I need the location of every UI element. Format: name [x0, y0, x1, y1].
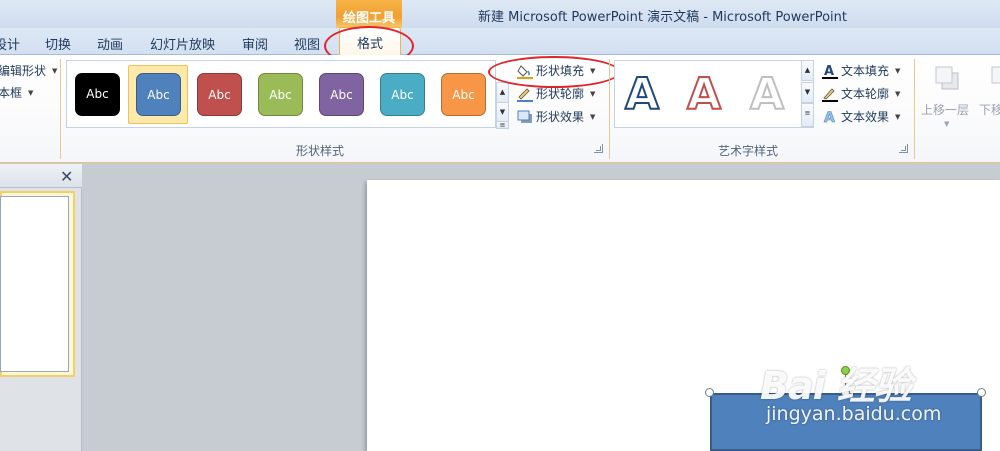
tab-slideshow[interactable]: 幻灯片放映	[150, 34, 215, 53]
swatch-label: Abc	[269, 88, 292, 102]
dropdown-arrow-icon: ▼	[895, 66, 901, 75]
wordart-styles-gallery: A A A	[614, 60, 814, 128]
dropdown-arrow-icon: ▼	[895, 112, 901, 121]
send-backward-button[interactable]: 下移	[979, 101, 1000, 118]
window-title: 新建 Microsoft PowerPoint 演示文稿 - Microsoft…	[478, 10, 847, 25]
text-box-button[interactable]: 文本框 ▼	[0, 84, 33, 101]
group-separator	[914, 59, 915, 159]
shape-style-swatch[interactable]: Abc	[380, 73, 425, 116]
swatch-label: Abc	[208, 88, 231, 102]
text-box-label: 文本框	[0, 86, 23, 100]
title-bar: 绘图工具 新建 Microsoft PowerPoint 演示文稿 - Micr…	[0, 0, 1000, 28]
watermark-url: jingyan.baidu.com	[766, 403, 942, 425]
tab-review[interactable]: 审阅	[242, 34, 268, 53]
context-tab-group-label: 绘图工具	[336, 0, 402, 28]
wordart-styles-group-label: 艺术字样式	[718, 144, 779, 158]
resize-handle[interactable]	[705, 388, 714, 397]
text-effects-label: 文本效果	[841, 110, 890, 124]
ribbon-tabs: 设计 切换 动画 幻灯片放映 审阅 视图	[0, 28, 1000, 55]
shape-effects-button[interactable]: 形状效果 ▼	[517, 108, 595, 125]
group-separator	[60, 59, 61, 159]
text-outline-label: 文本轮廓	[841, 87, 890, 101]
dropdown-arrow-icon: ▼	[590, 112, 596, 121]
group-separator	[609, 59, 610, 159]
wordart-style-item[interactable]: A	[749, 67, 785, 123]
svg-text:A: A	[824, 64, 834, 79]
ribbon: 编辑形状 ▼ 文本框 ▼ Abc Abc Abc Abc Abc Abc Abc ▲…	[0, 55, 1000, 163]
swatch-label: Abc	[86, 87, 109, 101]
wordart-scroll-up-button[interactable]: ▲	[801, 60, 814, 81]
close-icon[interactable]: ✕	[60, 167, 73, 186]
dialog-launcher-icon[interactable]	[899, 144, 908, 153]
bring-forward-icon	[934, 65, 960, 94]
shape-style-swatch[interactable]: Abc	[441, 73, 486, 116]
watermark-brand: Bai 经验	[760, 364, 912, 408]
text-fill-icon: A	[822, 63, 838, 79]
text-outline-button[interactable]: 文本轮廓 ▼	[822, 85, 900, 102]
text-effects-button[interactable]: A 文本效果 ▼	[822, 108, 901, 127]
dropdown-arrow-icon: ▼	[28, 88, 34, 97]
tab-design[interactable]: 设计	[0, 34, 20, 53]
tab-transitions[interactable]: 切换	[45, 34, 71, 53]
swatch-label: Abc	[452, 88, 475, 102]
wordart-style-item[interactable]: A	[686, 67, 722, 123]
tab-view[interactable]: 视图	[294, 34, 320, 53]
gallery-more-button[interactable]: ≡	[496, 121, 509, 129]
text-fill-button[interactable]: A 文本填充 ▼	[822, 62, 900, 79]
text-fill-label: 文本填充	[841, 64, 890, 78]
text-effects-icon: A	[822, 109, 837, 127]
dropdown-arrow-icon: ▼	[590, 89, 596, 98]
gallery-scroll-down-button[interactable]: ▼	[496, 102, 509, 122]
svg-text:A: A	[824, 110, 835, 125]
send-backward-icon	[990, 65, 1000, 94]
shape-style-swatch[interactable]: Abc	[319, 73, 364, 116]
swatch-label: Abc	[330, 88, 353, 102]
shape-style-swatch[interactable]: Abc	[197, 73, 242, 116]
edit-shape-button[interactable]: 编辑形状 ▼	[0, 62, 57, 79]
wordart-scroll-down-button[interactable]: ▼	[801, 82, 814, 103]
slide-thumbnail[interactable]	[0, 196, 69, 372]
pen-outline-icon	[517, 86, 533, 102]
text-outline-icon	[822, 86, 838, 102]
swatch-label: Abc	[391, 88, 414, 102]
edit-shape-label: 编辑形状	[0, 64, 47, 78]
shape-styles-group-label: 形状样式	[296, 144, 345, 158]
shape-style-swatch[interactable]: Abc	[136, 73, 181, 116]
gallery-scroll-up-button[interactable]: ▲	[496, 82, 509, 103]
bring-forward-button[interactable]: 上移一层	[921, 101, 969, 118]
dialog-launcher-icon[interactable]	[594, 144, 603, 153]
wordart-more-button[interactable]: ≡	[801, 103, 814, 127]
wordart-style-item[interactable]: A	[624, 67, 660, 123]
shape-style-swatch[interactable]: Abc	[75, 73, 120, 116]
dropdown-arrow-icon: ▼	[895, 89, 901, 98]
shape-styles-gallery: Abc Abc Abc Abc Abc Abc Abc	[66, 60, 496, 128]
shape-style-swatch[interactable]: Abc	[258, 73, 303, 116]
annotation-circle-shape-fill	[488, 56, 620, 88]
resize-handle[interactable]	[977, 388, 986, 397]
tab-animations[interactable]: 动画	[97, 34, 123, 53]
shape-effects-label: 形状效果	[536, 110, 585, 124]
dropdown-arrow-icon: ▼	[52, 66, 58, 75]
dropdown-arrow-icon: ▼	[944, 120, 950, 128]
shape-effects-icon	[517, 109, 532, 124]
swatch-label: Abc	[147, 88, 170, 102]
